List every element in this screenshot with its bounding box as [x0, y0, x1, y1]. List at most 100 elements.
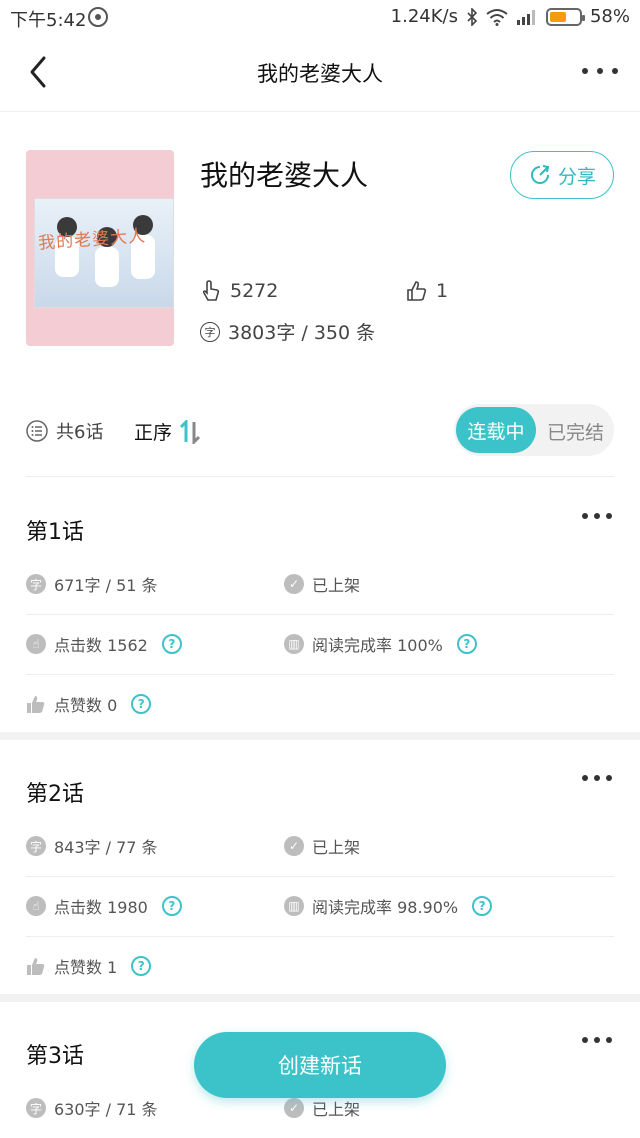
more-dot	[594, 513, 600, 519]
more-dot	[582, 1037, 588, 1043]
more-dot	[597, 68, 603, 74]
help-icon[interactable]: ?	[161, 634, 182, 654]
check-circle-icon: ✓	[284, 836, 304, 856]
divider	[26, 936, 614, 937]
chapter-clicks: ☝ 点击数 1980 ?	[26, 894, 182, 918]
chapter-status: ✓ 已上架	[284, 572, 360, 596]
more-dot	[606, 513, 612, 519]
toggle-serializing[interactable]: 连载中	[456, 407, 536, 453]
word-count-icon: 字	[200, 321, 220, 342]
status-bar: 下午5:42 1.24K/s 58%	[0, 0, 640, 34]
battery-percent: 58%	[589, 6, 630, 27]
page-title: 我的老婆大人	[257, 62, 383, 86]
chapter-more-button[interactable]	[582, 506, 612, 526]
thumbs-up-icon	[27, 696, 45, 713]
divider	[26, 876, 614, 877]
chapter-words: 字 630字 / 71 条	[26, 1096, 158, 1120]
sort-label: 正序	[134, 422, 173, 444]
status-time: 下午5:42	[10, 10, 87, 31]
chapter-title: 第3话	[26, 1044, 84, 1069]
book-name: 我的老婆大人	[200, 159, 369, 192]
more-dot	[594, 775, 600, 781]
share-button[interactable]: 分享	[510, 151, 614, 199]
help-icon[interactable]: ?	[472, 896, 493, 916]
book-open-icon: ▥	[284, 634, 304, 654]
chapter-likes-value: 点赞数 1	[54, 958, 118, 977]
book-words: 字 3803字 / 350 条	[200, 318, 375, 345]
chapter-status: ✓ 已上架	[284, 1096, 360, 1120]
chapter-clicks-value: 点击数 1980	[54, 898, 148, 917]
check-circle-icon: ✓	[284, 574, 304, 594]
book-clicks: 5272	[200, 280, 278, 302]
book-likes: 1	[406, 280, 448, 302]
chapter-read-rate-value: 阅读完成率 100%	[312, 636, 443, 655]
share-label: 分享	[557, 165, 596, 188]
notification-icon	[88, 7, 108, 27]
word-count-icon: 字	[26, 836, 46, 856]
help-icon[interactable]: ?	[456, 634, 477, 654]
episode-count-label: 共6话	[56, 422, 104, 443]
more-dot	[606, 775, 612, 781]
chapter-status-value: 已上架	[312, 1100, 361, 1119]
help-icon[interactable]: ?	[131, 956, 152, 976]
thumbs-up-icon	[27, 958, 45, 975]
battery-icon	[545, 7, 585, 26]
filter-bar: 共6话 正序 连载中 已完结	[26, 404, 614, 458]
more-dot	[612, 68, 618, 74]
cover-figures	[55, 215, 155, 287]
sort-button[interactable]: 正序	[134, 418, 204, 445]
help-icon[interactable]: ?	[131, 694, 152, 714]
thumbs-up-icon	[407, 281, 427, 301]
wifi-icon	[486, 8, 508, 26]
chapter-status: ✓ 已上架	[284, 834, 360, 858]
chapter-likes-value: 点赞数 0	[54, 696, 118, 715]
more-dot	[594, 1037, 600, 1043]
book-open-icon: ▥	[284, 896, 304, 916]
chapter-more-button[interactable]	[582, 1030, 612, 1050]
signal-icon	[516, 9, 535, 25]
chapter-read-rate: ▥ 阅读完成率 98.90% ?	[284, 894, 493, 918]
chapter-likes: 点赞数 0 ?	[26, 692, 152, 716]
book-words-value: 3803字 / 350 条	[228, 322, 376, 344]
word-count-icon: 字	[26, 1098, 46, 1118]
check-circle-icon: ✓	[284, 1098, 304, 1118]
chapter-words: 字 843字 / 77 条	[26, 834, 158, 858]
status-toggle[interactable]: 连载中 已完结	[454, 404, 614, 456]
book-cover[interactable]: 我的老婆大人	[26, 150, 174, 346]
chapter-words-value: 843字 / 77 条	[54, 838, 158, 857]
more-button[interactable]	[582, 54, 618, 88]
more-dot	[606, 1037, 612, 1043]
chapter-card[interactable]: 第2话 字 843字 / 77 条 ✓ 已上架 ☝ 点击数 1980 ? ▥ 阅…	[0, 738, 640, 994]
chapter-words: 字 671字 / 51 条	[26, 572, 158, 596]
more-dot	[582, 513, 588, 519]
divider	[26, 614, 614, 615]
chapter-read-rate-value: 阅读完成率 98.90%	[312, 898, 459, 917]
hand-pointer-icon	[202, 280, 220, 301]
network-speed: 1.24K/s	[390, 6, 458, 27]
book-clicks-value: 5272	[230, 280, 279, 302]
status-right: 1.24K/s 58%	[391, 6, 630, 27]
book-likes-value: 1	[436, 280, 449, 302]
toggle-completed[interactable]: 已完结	[547, 418, 604, 445]
share-icon	[531, 165, 550, 184]
bluetooth-icon	[467, 7, 478, 26]
sort-icon	[179, 419, 201, 444]
divider	[26, 674, 614, 675]
cover-photo	[34, 198, 174, 308]
chapter-read-rate: ▥ 阅读完成率 100% ?	[284, 632, 477, 656]
chapter-clicks: ☝ 点击数 1562 ?	[26, 632, 182, 656]
chapter-status-value: 已上架	[312, 576, 361, 595]
chapter-title: 第2话	[26, 782, 84, 807]
chapter-more-button[interactable]	[582, 768, 612, 788]
help-icon[interactable]: ?	[161, 896, 182, 916]
chapter-card[interactable]: 第1话 字 671字 / 51 条 ✓ 已上架 ☝ 点击数 1562 ? ▥ 阅…	[0, 476, 640, 732]
chapter-status-value: 已上架	[312, 838, 361, 857]
chapter-clicks-value: 点击数 1562	[54, 636, 148, 655]
list-icon	[26, 420, 48, 442]
hand-pointer-icon: ☝	[26, 896, 46, 916]
more-dot	[582, 68, 588, 74]
nav-bar: 我的老婆大人	[0, 34, 640, 112]
hand-pointer-icon: ☝	[26, 634, 46, 654]
create-episode-button[interactable]: 创建新话	[194, 1032, 446, 1098]
chapter-words-value: 671字 / 51 条	[54, 576, 158, 595]
